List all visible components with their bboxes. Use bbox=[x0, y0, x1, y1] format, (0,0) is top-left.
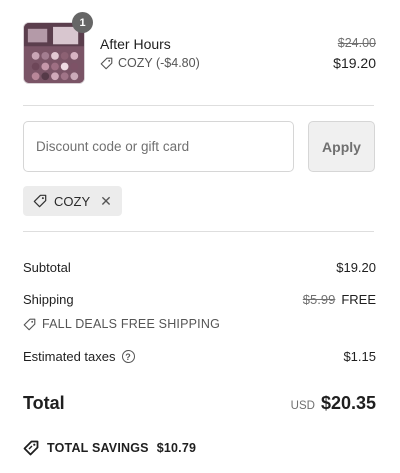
shipping-promo-text: FALL DEALS FREE SHIPPING bbox=[42, 317, 221, 331]
taxes-label-group: Estimated taxes ? bbox=[23, 349, 135, 364]
total-label: Total bbox=[23, 393, 65, 413]
divider bbox=[23, 105, 374, 106]
savings-value: $10.79 bbox=[156, 441, 197, 455]
taxes-label: Estimated taxes bbox=[23, 349, 116, 364]
total-value: $20.35 bbox=[320, 393, 376, 413]
currency-code: USD bbox=[290, 400, 315, 412]
shipping-value: FREE bbox=[341, 292, 376, 307]
close-icon[interactable]: ✕ bbox=[100, 193, 112, 210]
discount-code-input[interactable] bbox=[23, 121, 294, 172]
product-name: After Hours bbox=[100, 36, 171, 52]
quantity-badge: 1 bbox=[72, 12, 93, 33]
shipping-promo: FALL DEALS FREE SHIPPING bbox=[23, 317, 220, 331]
product-price: $19.20 bbox=[333, 55, 376, 71]
applied-code-label: COZY bbox=[54, 193, 91, 209]
taxes-value: $1.15 bbox=[343, 349, 376, 364]
original-price: $24.00 bbox=[337, 36, 376, 50]
shipping-label: Shipping bbox=[23, 292, 74, 307]
savings-tag-icon bbox=[23, 440, 39, 456]
product-thumbnail bbox=[23, 22, 85, 84]
total-value-group: USD $20.35 bbox=[291, 393, 376, 414]
applied-code-chip: COZY ✕ bbox=[23, 186, 122, 216]
product-discount: COZY (-$4.80) bbox=[100, 56, 200, 70]
tag-icon bbox=[100, 57, 113, 69]
total-savings: TOTAL SAVINGS $10.79 bbox=[23, 440, 196, 456]
product-discount-text: COZY (-$4.80) bbox=[118, 56, 200, 70]
palette-image bbox=[24, 23, 84, 83]
savings-label: TOTAL SAVINGS bbox=[47, 441, 149, 455]
apply-button[interactable]: Apply bbox=[308, 121, 375, 172]
subtotal-value: $19.20 bbox=[336, 260, 376, 275]
shipping-value-group: $5.99 FREE bbox=[303, 292, 376, 307]
divider bbox=[23, 231, 374, 232]
help-circle-icon[interactable]: ? bbox=[121, 350, 135, 363]
tag-icon bbox=[23, 318, 36, 330]
tag-icon bbox=[33, 194, 47, 208]
subtotal-label: Subtotal bbox=[23, 260, 71, 275]
shipping-original-price: $5.99 bbox=[302, 292, 336, 307]
